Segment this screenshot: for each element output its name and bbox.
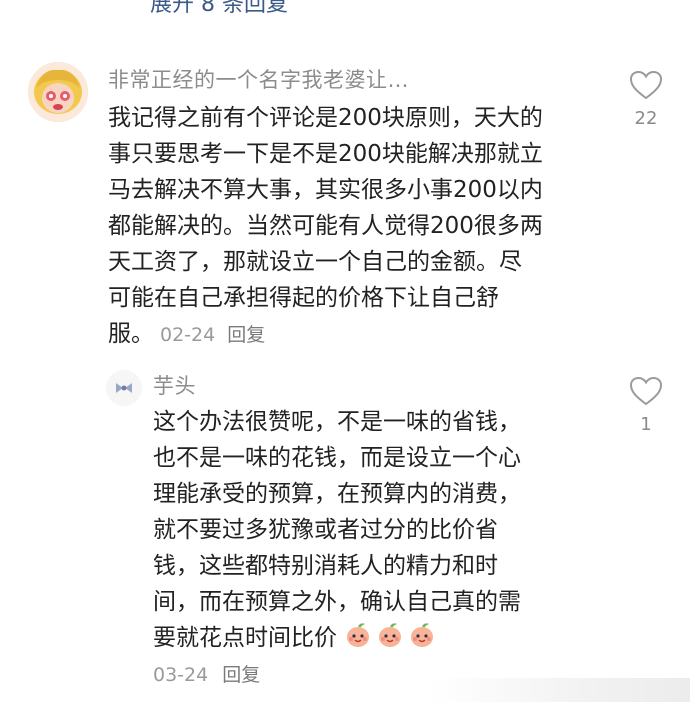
like-button[interactable]: 22 bbox=[626, 70, 666, 129]
comment-line: 可能在自己承担得起的价格下让自己舒 bbox=[108, 285, 499, 311]
bow-avatar-image bbox=[106, 370, 142, 406]
expand-replies-link[interactable]: 展开 8 条回复 bbox=[150, 0, 288, 18]
like-count: 22 bbox=[634, 108, 658, 129]
avatar[interactable] bbox=[28, 62, 88, 122]
comment-line-last: 服。 02-24 回复 bbox=[108, 316, 608, 353]
avatar-image bbox=[28, 62, 88, 122]
comment-line: 就不要过多犹豫或者过分的比价省 bbox=[153, 517, 498, 543]
like-button[interactable]: 1 bbox=[626, 376, 666, 435]
peach-emoji-icon bbox=[344, 621, 372, 660]
comment-line: 也不是一味的花钱，而是设立一个心 bbox=[153, 445, 521, 471]
comment-line: 马去解决不算大事，其实很多小事200以内 bbox=[108, 177, 543, 203]
reply-meta: 03-24 回复 bbox=[153, 660, 260, 687]
peach-emoji-icon bbox=[408, 621, 436, 660]
comment-body: 这个办法很赞呢，不是一味的省钱， 也不是一味的花钱，而是设立一个心 理能承受的预… bbox=[153, 404, 603, 660]
avatar[interactable] bbox=[106, 370, 142, 406]
comment-line: 都能解决的。当然可能有人觉得200很多两 bbox=[108, 213, 543, 239]
comment-body: 我记得之前有个评论是200块原则，天大的 事只要思考一下是不是200块能解决那就… bbox=[108, 100, 608, 353]
heart-outline-icon[interactable] bbox=[629, 376, 663, 406]
reply-button[interactable]: 回复 bbox=[227, 324, 265, 346]
comment-last-text: 要就花点时间比价 bbox=[153, 625, 337, 651]
like-count: 1 bbox=[640, 414, 652, 435]
comment-line-last: 要就花点时间比价 bbox=[153, 620, 603, 660]
comment-date: 03-24 bbox=[153, 664, 209, 686]
comment-line: 天工资了，那就设立一个自己的金额。尽 bbox=[108, 249, 522, 275]
comment-line: 事只要思考一下是不是200块能解决那就立 bbox=[108, 141, 543, 167]
peach-emoji-icon bbox=[376, 621, 404, 660]
comment-line: 理能承受的预算，在预算内的消费， bbox=[153, 481, 521, 507]
comment-line: 间，而在预算之外，确认自己真的需 bbox=[153, 589, 521, 615]
reply-button[interactable]: 回复 bbox=[222, 664, 260, 686]
comment-author[interactable]: 芋头 bbox=[153, 370, 196, 400]
comment-author[interactable]: 非常正经的一个名字我老婆让… bbox=[108, 64, 409, 94]
bottom-watermark-fade bbox=[430, 678, 690, 702]
comment-line: 钱，这些都特别消耗人的精力和时 bbox=[153, 553, 498, 579]
heart-outline-icon[interactable] bbox=[629, 70, 663, 100]
comment-date: 02-24 bbox=[160, 324, 216, 346]
comment-line: 我记得之前有个评论是200块原则，天大的 bbox=[108, 105, 543, 131]
comment-last-text: 服。 bbox=[108, 321, 154, 347]
comment-line: 这个办法很赞呢，不是一味的省钱， bbox=[153, 409, 521, 435]
